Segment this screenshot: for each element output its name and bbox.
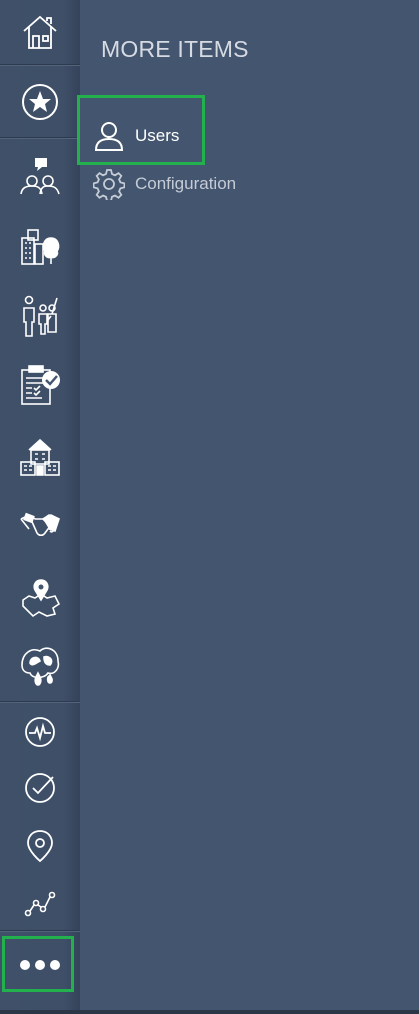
rail-item-facilities[interactable]	[0, 222, 80, 270]
rail-divider	[0, 137, 80, 139]
rail-item-locations[interactable]	[0, 824, 80, 868]
gear-icon	[93, 169, 125, 200]
people-chat-icon	[20, 158, 60, 195]
side-rail	[0, 0, 80, 1010]
more-selection-highlight	[2, 936, 74, 992]
rail-item-environment[interactable]	[0, 640, 80, 692]
city-tree-icon	[21, 229, 60, 265]
activity-icon	[25, 717, 55, 747]
home-icon	[23, 15, 57, 49]
rail-item-activity[interactable]	[0, 710, 80, 754]
menu-item-label: Configuration	[135, 174, 237, 193]
star-icon	[22, 84, 58, 120]
rail-item-people[interactable]	[0, 292, 80, 340]
trend-line-icon	[24, 891, 56, 917]
rail-item-tasks[interactable]	[0, 360, 80, 410]
rail-divider	[0, 64, 80, 66]
map-pin-icon	[22, 579, 61, 618]
rail-item-map[interactable]	[0, 574, 80, 624]
rail-divider	[0, 701, 80, 703]
housing-icon	[20, 438, 60, 476]
rail-item-community[interactable]	[0, 152, 80, 200]
menu-item-configuration[interactable]: Configuration	[93, 168, 236, 200]
location-icon	[27, 830, 53, 863]
family-icon	[23, 295, 58, 337]
panel-title: MORE ITEMS	[101, 36, 249, 62]
bottom-edge	[0, 1010, 419, 1014]
rail-divider	[0, 930, 80, 932]
checklist-icon	[21, 365, 60, 405]
handshake-icon	[20, 512, 60, 537]
rail-item-approvals[interactable]	[0, 766, 80, 810]
rail-item-partners[interactable]	[0, 502, 80, 552]
rail-item-analytics[interactable]	[0, 882, 80, 926]
users-selection-highlight	[77, 95, 205, 165]
environment-icon	[21, 647, 60, 686]
rail-item-favorites[interactable]	[0, 74, 80, 130]
rail-item-home[interactable]	[0, 4, 80, 60]
rail-item-housing[interactable]	[0, 432, 80, 482]
check-circle-icon	[25, 773, 55, 803]
